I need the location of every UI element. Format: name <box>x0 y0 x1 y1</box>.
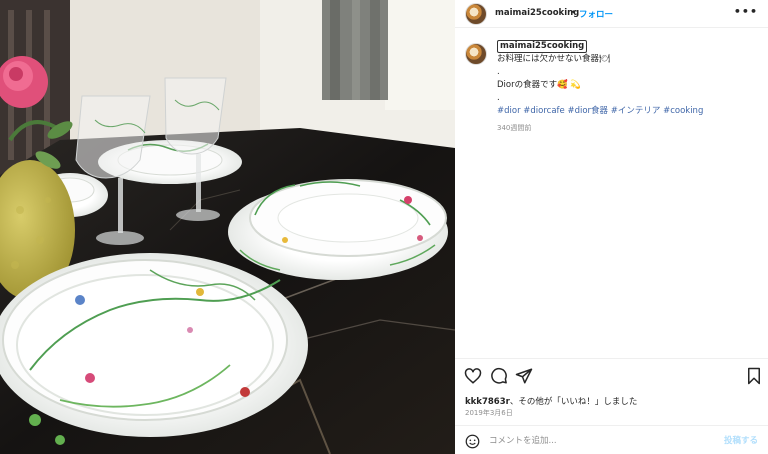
caption-hashtags[interactable]: #dior #diorcafe #dior食器 #インテリア #cooking <box>497 105 757 118</box>
post-date[interactable]: 2019年3月6日 <box>465 408 513 418</box>
post-header: maimai25cooking • フォロー ••• <box>455 0 768 28</box>
author-username[interactable]: maimai25cooking <box>495 8 579 18</box>
caption-line-1: お料理には欠かせない食器🍽 <box>497 54 610 64</box>
post-side-panel: maimai25cooking • フォロー ••• maimai25cooki… <box>455 0 768 454</box>
post-image[interactable] <box>0 0 455 454</box>
comment-bar: 投稿する <box>455 425 768 454</box>
caption-username[interactable]: maimai25cooking <box>497 40 588 53</box>
follow-button[interactable]: フォロー <box>579 8 613 20</box>
caption-line-2: . <box>497 67 500 77</box>
post-comment-button[interactable]: 投稿する <box>724 434 758 446</box>
likes-summary: kkk7863r、その他が「いいね！」しました <box>465 395 637 407</box>
post-photo <box>0 0 455 454</box>
caption-author-avatar[interactable] <box>465 43 487 65</box>
more-horizontal-icon[interactable]: ••• <box>734 5 758 18</box>
caption-body: maimai25cooking お料理には欠かせない食器🍽 . Diorの食器で… <box>497 40 757 135</box>
likes-text[interactable]: 、その他が「いいね！」しました <box>510 397 638 407</box>
author-avatar[interactable] <box>465 3 487 25</box>
liker-username[interactable]: kkk7863r <box>465 397 510 407</box>
send-icon[interactable] <box>515 367 533 385</box>
separator-dot: • <box>571 8 577 18</box>
post-actions: kkk7863r、その他が「いいね！」しました 2019年3月6日 <box>455 358 768 420</box>
caption-timestamp[interactable]: 340週間前 <box>497 122 757 135</box>
smiley-icon[interactable] <box>465 434 480 449</box>
comment-icon[interactable] <box>490 367 508 385</box>
caption-line-3: Diorの食器です🥰 💫 <box>497 80 581 90</box>
comment-input[interactable] <box>489 432 709 449</box>
heart-icon[interactable] <box>464 367 482 385</box>
caption-line-4: . <box>497 93 500 103</box>
bookmark-icon[interactable] <box>745 367 763 385</box>
